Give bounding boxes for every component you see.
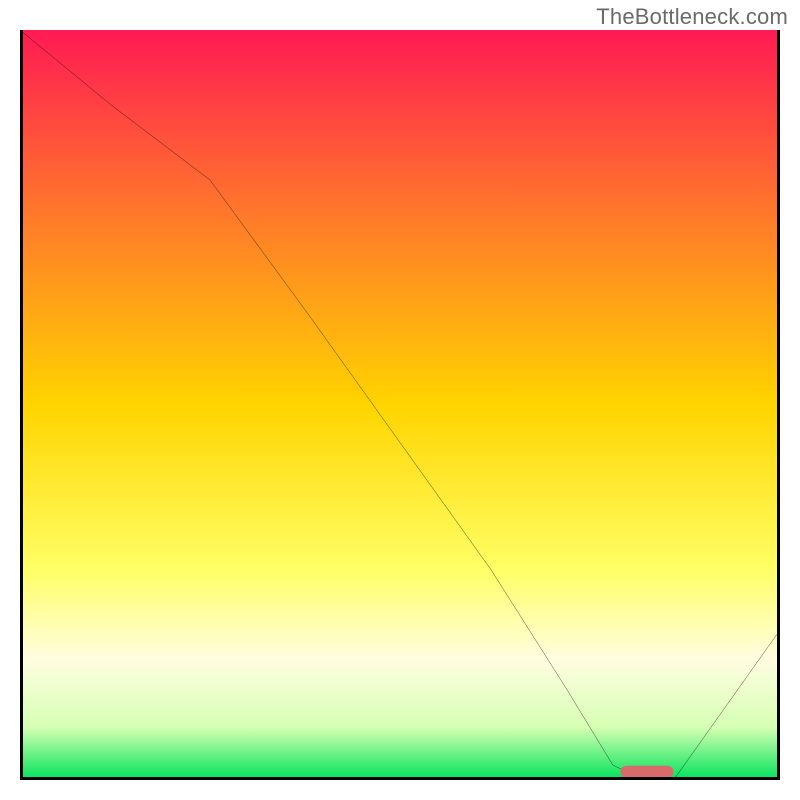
watermark-text: TheBottleneck.com (596, 4, 788, 30)
chart-frame (20, 30, 780, 780)
chart-container: TheBottleneck.com (0, 0, 800, 800)
